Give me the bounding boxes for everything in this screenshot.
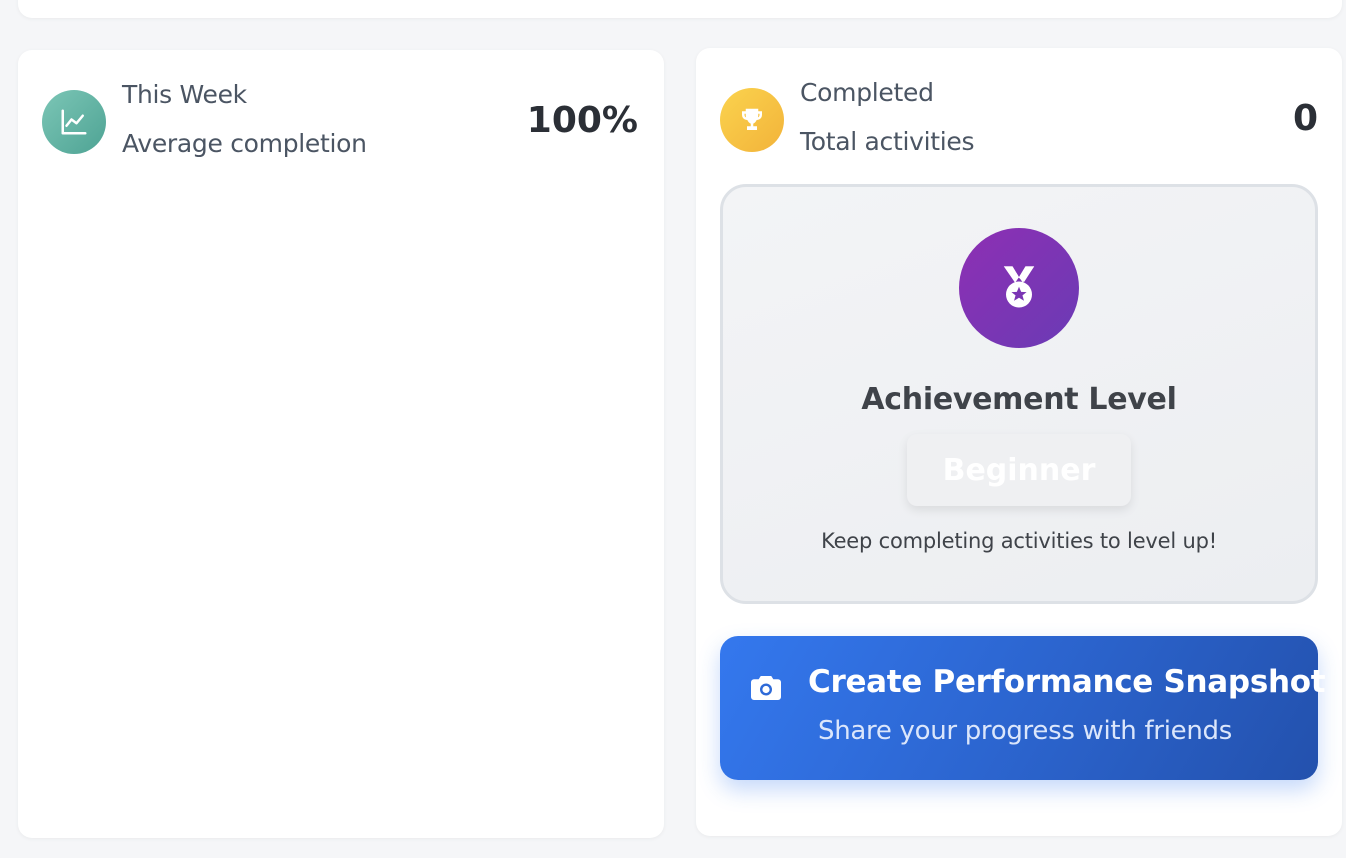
achievement-panel: Achievement Level Beginner Keep completi… (720, 184, 1318, 604)
snapshot-subtitle: Share your progress with friends (818, 716, 1232, 746)
level-badge: Beginner (907, 434, 1131, 506)
achievement-title: Achievement Level (861, 382, 1177, 417)
top-card (18, 0, 1342, 18)
completed-stat-value: 0 (1292, 98, 1318, 139)
camera-icon (748, 670, 784, 710)
chart-line-icon (42, 90, 106, 154)
achievement-hint: Keep completing activities to level up! (821, 529, 1217, 553)
weekly-stat-subtitle: Average completion (122, 129, 367, 158)
trophy-icon (720, 88, 784, 152)
snapshot-title: Create Performance Snapshot (808, 664, 1326, 700)
create-snapshot-button[interactable]: Create Performance Snapshot Share your p… (720, 636, 1326, 780)
completed-stat-title: Completed (800, 78, 934, 107)
completed-stat-subtitle: Total activities (800, 127, 975, 156)
completed-stat-card: Completed Total activities 0 Achievement… (696, 48, 1342, 836)
weekly-stat-title: This Week (122, 80, 247, 109)
weekly-stat-value: 100% (526, 100, 638, 141)
medal-icon (959, 228, 1079, 348)
weekly-stat-card: This Week Average completion 100% (18, 50, 664, 838)
